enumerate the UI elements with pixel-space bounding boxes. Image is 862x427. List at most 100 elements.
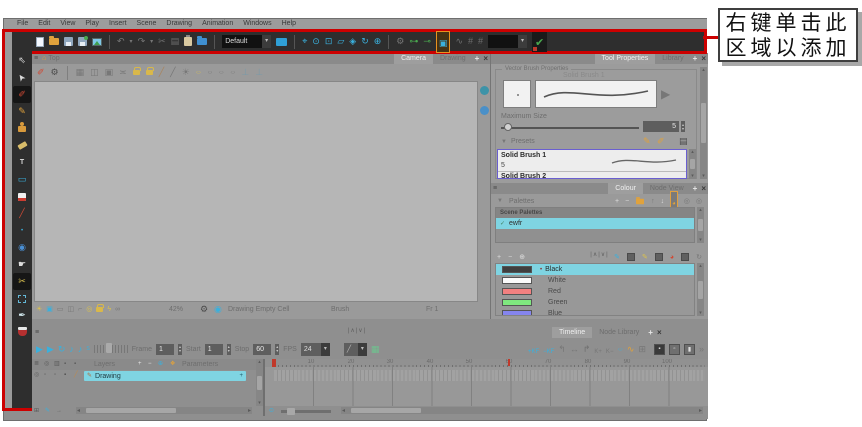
paste-icon[interactable] xyxy=(184,35,193,46)
library-folder-icon[interactable] xyxy=(197,36,208,45)
align-bottom-icon[interactable]: ⊥ xyxy=(255,68,263,77)
align-top-icon[interactable]: ⊥ xyxy=(241,68,249,77)
brush-tool-button[interactable]: ✐ xyxy=(13,86,31,103)
new-preset-icon[interactable]: ✎ xyxy=(643,137,651,146)
pencil-tool-button[interactable]: ✎ xyxy=(13,103,31,120)
transform-tool-icon[interactable]: ↻ xyxy=(361,37,369,46)
add-view-icon[interactable]: + xyxy=(646,328,655,337)
ease-combobox[interactable]: ╱ ▾ xyxy=(343,342,367,356)
swatch-scrollbar[interactable]: ▴ ▾ xyxy=(697,263,704,316)
globe-tool-button[interactable]: ◉ xyxy=(13,239,31,256)
menu-view[interactable]: View xyxy=(55,19,80,29)
breadcrumb[interactable]: Top xyxy=(48,55,59,62)
line-colour-swatch[interactable] xyxy=(627,253,636,261)
grid-b-icon[interactable]: # xyxy=(478,37,483,46)
show-data-icon[interactable]: ≣ xyxy=(34,361,39,367)
scroll-thumb[interactable] xyxy=(86,408,176,413)
splitter-handle[interactable]: |∧|∨| xyxy=(348,328,366,334)
add-keyframe-button[interactable]: +KF xyxy=(528,340,539,358)
camera-mask-icon[interactable]: ▣ xyxy=(105,68,114,77)
scroll-down-icon[interactable]: ▾ xyxy=(702,173,705,179)
step-down-icon[interactable]: ▾ xyxy=(682,126,684,131)
close-view-icon[interactable]: × xyxy=(699,184,708,193)
arrow-right-icon[interactable]: → xyxy=(56,408,62,414)
add-view-icon[interactable]: + xyxy=(691,54,700,63)
hand-tool-button[interactable]: ☛ xyxy=(13,256,31,273)
menu-animation[interactable]: Animation xyxy=(197,19,238,29)
scroll-thumb[interactable] xyxy=(690,159,695,169)
camera-menu-icon[interactable]: ≡ xyxy=(34,55,38,62)
canvas-side-button-2[interactable] xyxy=(480,106,489,115)
scale-tool-icon[interactable]: ⊡ xyxy=(325,37,333,46)
new-scene-icon[interactable] xyxy=(36,36,44,47)
max-size-field[interactable]: 5 xyxy=(643,121,679,132)
brush-tip-preview[interactable] xyxy=(503,80,531,108)
lock-add-icon[interactable] xyxy=(145,67,154,75)
eraser-tool-button[interactable] xyxy=(13,137,31,154)
add-drawing-layer-icon[interactable]: ⊕ xyxy=(158,361,163,367)
layers-scrollbar[interactable]: ▴ ▾ xyxy=(256,359,263,406)
remove-layer-icon[interactable]: − xyxy=(148,361,152,367)
menu-file[interactable]: File xyxy=(12,19,33,29)
palette-option-a-icon[interactable]: ◎ xyxy=(684,198,690,205)
bitmap-colour-swatch[interactable] xyxy=(681,253,690,261)
status-split-icon[interactable]: ◫ xyxy=(68,306,75,313)
status-lock-icon[interactable] xyxy=(96,303,105,312)
scroll-up-icon[interactable]: ▴ xyxy=(699,263,702,269)
camera-canvas[interactable] xyxy=(34,81,478,302)
lock-icon[interactable] xyxy=(132,67,141,75)
cutter-tool-button[interactable]: ✂ xyxy=(13,273,31,290)
lock-col-icon[interactable]: ▪ xyxy=(64,361,66,367)
scroll-thumb[interactable] xyxy=(701,103,706,143)
scroll-right-icon[interactable]: ▸ xyxy=(248,408,251,414)
transform-tool-button[interactable]: ➤ xyxy=(13,69,31,86)
loop-icon[interactable]: ↻ xyxy=(58,344,66,354)
move-down-icon[interactable]: ↓ xyxy=(661,198,665,205)
rectangle-tool-button[interactable]: ▭ xyxy=(13,171,31,188)
delete-keyframe-button[interactable]: −KF xyxy=(543,340,554,358)
layer-onion-icon[interactable]: ▫ xyxy=(44,372,46,378)
validate-button[interactable]: ✔ xyxy=(532,31,548,52)
canvas-side-button-1[interactable] xyxy=(480,86,489,95)
timeline-menu-icon[interactable]: ≡ xyxy=(35,329,39,336)
menu-insert[interactable]: Insert xyxy=(104,19,132,29)
tab-timeline[interactable]: Timeline xyxy=(552,327,593,338)
colour-menu-icon[interactable]: ≡ xyxy=(493,185,497,192)
workspace-caret-icon[interactable]: ▾ xyxy=(262,35,272,48)
toggle-solo-button[interactable]: ▪ xyxy=(653,343,665,355)
bitmap-colour-icon[interactable]: ◕ xyxy=(670,254,674,261)
onion-skin-icon[interactable]: ○ xyxy=(617,346,622,351)
layer-bar[interactable]: ✎ Drawing + xyxy=(84,371,246,381)
expand-arrow-icon[interactable]: ▶ xyxy=(661,88,670,100)
step-down-icon[interactable]: ▾ xyxy=(179,349,181,353)
fps-combobox[interactable]: 24 ▾ xyxy=(300,342,330,356)
tab-node-view[interactable]: Node View xyxy=(643,183,691,194)
step-down-icon[interactable]: ▾ xyxy=(228,349,230,353)
ink-tool-button[interactable] xyxy=(13,324,31,341)
swatch-row-red[interactable]: Red xyxy=(496,286,694,297)
sound-scrub-icon[interactable]: ♪ xyxy=(78,344,83,354)
max-size-slider[interactable] xyxy=(501,127,639,129)
paint-tool-button[interactable] xyxy=(13,188,31,205)
status-person-icon[interactable]: ▣ xyxy=(46,306,53,313)
onion-prev-icon[interactable]: ○ xyxy=(207,70,212,75)
zoom-icon[interactable]: ⊙ xyxy=(269,408,274,414)
redo-caret-icon[interactable]: ▾ xyxy=(150,39,153,45)
scroll-right-icon[interactable]: ▸ xyxy=(699,408,702,414)
line-colour-icon[interactable]: ✎ xyxy=(614,254,620,261)
layer-lock-icon[interactable]: ▫ xyxy=(54,372,56,378)
grid-a-icon[interactable]: # xyxy=(468,37,473,46)
motion-segment-icon[interactable]: ↰ xyxy=(558,344,566,354)
scroll-left-icon[interactable]: ◂ xyxy=(77,408,80,414)
maintain-size-tool-icon[interactable]: ◈ xyxy=(349,37,356,46)
onion-next-icon[interactable]: ○ xyxy=(219,70,224,75)
redo-icon[interactable]: ↷ xyxy=(138,37,146,46)
status-light-icon[interactable]: ☀ xyxy=(36,306,42,313)
onion-skin-icon[interactable]: ○ xyxy=(196,70,201,75)
status-bolt-icon[interactable]: ϟ xyxy=(107,306,111,313)
prev-keyframe-icon[interactable]: ↱ xyxy=(583,344,591,354)
rigging-icon[interactable]: ⚙ xyxy=(396,37,404,46)
layer-rename-icon[interactable]: ◎ xyxy=(34,372,39,378)
close-view-icon[interactable]: × xyxy=(481,54,490,63)
move-up-icon[interactable]: ↑ xyxy=(651,198,655,205)
